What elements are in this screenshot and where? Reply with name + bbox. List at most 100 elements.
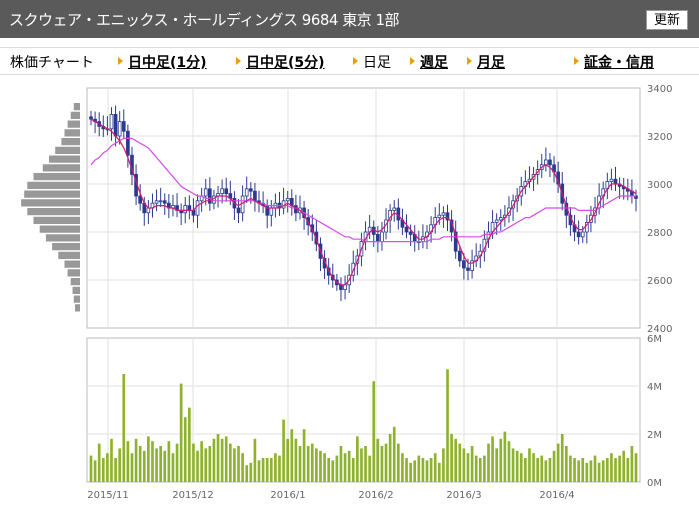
volume-bar	[630, 446, 634, 482]
nav-margin[interactable]: 証金・信用	[574, 52, 654, 72]
volume-bar	[212, 438, 216, 482]
volume-bar	[593, 455, 597, 482]
nav-intraday-5min[interactable]: 日中足(5分)	[236, 52, 325, 72]
volume-bar	[519, 453, 523, 482]
volume-profile-bar	[72, 286, 80, 294]
x-tick-label: 2016/3	[446, 490, 481, 501]
volume-bar	[556, 443, 560, 482]
arrow-right-icon	[410, 57, 415, 65]
volume-bar	[446, 369, 449, 482]
candle-body	[191, 209, 196, 216]
arrow-right-icon	[574, 57, 579, 65]
nav-weekly[interactable]: 週足	[410, 52, 448, 72]
candle-body	[187, 205, 192, 211]
candle-body	[146, 207, 151, 214]
x-tick-label: 2015/12	[172, 490, 214, 501]
candle-body	[203, 188, 208, 197]
volume-bar	[569, 455, 572, 482]
volume-profile-bar	[67, 120, 80, 128]
candle-body	[244, 188, 249, 197]
volume-bar	[474, 455, 478, 482]
volume-bar	[483, 455, 486, 482]
arrow-right-icon	[467, 57, 472, 65]
volume-bar	[388, 434, 392, 482]
volume-bar	[274, 453, 277, 482]
arrow-right-icon	[353, 57, 358, 65]
candle-body	[404, 226, 409, 233]
volume-bar	[134, 438, 138, 482]
volume-bar	[310, 443, 314, 482]
volume-bar	[192, 443, 195, 482]
volume-bar	[626, 458, 630, 482]
page-title: スクウェア・エニックス・ホールディングス 9684 東京 1部	[9, 11, 400, 29]
volume-bar	[597, 462, 601, 482]
volume-bar	[179, 383, 183, 482]
volume-y-tick-label: 0M	[647, 478, 662, 489]
price-y-tick-label: 3200	[647, 132, 672, 143]
volume-profile-bar	[24, 190, 80, 198]
x-tick-label: 2016/1	[270, 490, 305, 501]
volume-bar	[290, 429, 294, 482]
candle-body	[441, 212, 446, 216]
chart-nav: 株価チャート 日中足(1分) 日中足(5分) 日足 週足 月足 証金・信用	[0, 47, 699, 75]
volume-bar	[540, 455, 544, 482]
volume-bar	[155, 448, 158, 482]
nav-daily[interactable]: 日足	[353, 52, 391, 72]
candle-body	[392, 207, 397, 211]
candle-body	[248, 188, 253, 192]
nav-intraday-1min[interactable]: 日中足(1分)	[118, 52, 207, 72]
volume-bar	[269, 458, 273, 482]
volume-bar	[614, 458, 617, 482]
candle-body	[498, 217, 503, 221]
volume-profile-bar	[52, 243, 80, 251]
volume-bar	[200, 441, 203, 482]
candle-body	[466, 267, 470, 271]
candle-body	[376, 233, 380, 242]
volume-bar	[147, 436, 150, 482]
candle-body	[285, 198, 290, 202]
volume-bar	[450, 434, 453, 482]
volume-bar	[278, 455, 281, 482]
volume-bar	[437, 462, 441, 482]
candle-body	[236, 207, 241, 214]
candle-body	[109, 114, 114, 130]
volume-bar	[130, 453, 134, 482]
volume-bar	[610, 453, 613, 482]
candle-body	[220, 188, 224, 195]
volume-bar	[413, 460, 417, 482]
volume-bar	[327, 458, 331, 482]
volume-bar	[286, 438, 290, 482]
volume-profile-bar	[45, 234, 80, 242]
volume-profile-bar	[70, 278, 80, 286]
candle-body	[380, 231, 384, 243]
volume-bar	[565, 446, 568, 482]
volume-bar	[622, 450, 626, 482]
volume-bar	[196, 450, 199, 482]
volume-bar	[454, 438, 458, 482]
nav-monthly[interactable]: 月足	[467, 52, 505, 72]
x-tick-label: 2016/2	[358, 490, 393, 501]
volume-bar	[188, 407, 191, 482]
candle-body	[121, 121, 126, 132]
candle-body	[154, 200, 159, 204]
volume-bar	[142, 450, 146, 482]
volume-bar	[396, 443, 400, 482]
nav-label: 株価チャート	[10, 55, 94, 71]
volume-bar	[634, 453, 638, 482]
arrow-right-icon	[236, 57, 241, 65]
candle-body	[253, 190, 257, 202]
candle-body	[437, 214, 442, 218]
candle-body	[576, 231, 581, 238]
volume-bar	[249, 462, 253, 482]
volume-y-tick-label: 2M	[647, 430, 662, 441]
volume-profile-bar	[75, 304, 80, 312]
candle-body	[457, 250, 462, 262]
volume-profile-bar	[27, 181, 80, 189]
volume-bar	[261, 458, 265, 482]
volume-bar	[364, 446, 367, 482]
volume-bar	[429, 458, 433, 482]
volume-bar	[417, 455, 421, 482]
title-bar: スクウェア・エニックス・ホールディングス 9684 東京 1部 更新	[0, 0, 699, 38]
refresh-button[interactable]: 更新	[645, 10, 688, 30]
volume-bar	[228, 443, 232, 482]
